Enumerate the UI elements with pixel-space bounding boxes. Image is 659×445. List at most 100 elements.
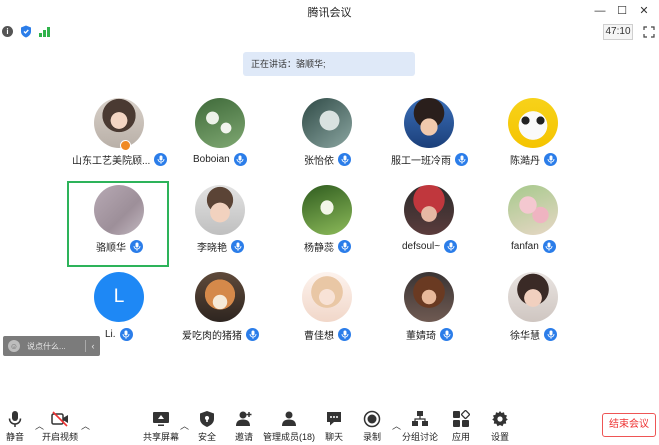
security-shield-icon [200,411,214,427]
chat-placeholder: 说点什么... [27,341,66,351]
active-speaker-banner: 正在讲话：骆顺华; [243,52,415,76]
mute-label: 静音 [5,432,24,442]
participant-name-row: Li. [105,326,133,342]
participant-avatar[interactable] [508,98,558,148]
members-icon [282,411,296,426]
mic-status-icon [542,239,556,253]
mic-status-icon [440,327,453,341]
participant-name: 董婧琦 [406,330,436,342]
mic-status-icon [338,152,351,166]
info-icon[interactable]: i [2,26,13,37]
share-screen-icon [153,412,169,426]
apps-button[interactable]: 应用 [441,410,481,443]
participant-name: 徐华慧 [510,330,540,342]
settings-button[interactable]: 设置 [480,410,520,443]
end-meeting-button[interactable]: 结束会议 [602,413,656,437]
mute-button[interactable]: 静音 [0,410,35,443]
mic-status-icon [154,152,168,166]
participant-avatar[interactable] [404,272,454,322]
apps-label: 应用 [451,432,470,442]
participant-name: 爱吃肉的猪猪 [182,330,242,342]
participant-name-row: 服工一班冷雨 [391,151,468,167]
participant-name: 陈澔丹 [510,155,540,167]
participant-name: defsoul~ [402,240,441,252]
chat-quick-input[interactable]: ☺ 说点什么... ‹ [3,336,100,356]
security-button[interactable]: 安全 [187,410,227,443]
participant-name: 服工一班冷雨 [391,155,451,167]
mic-status-icon [130,239,143,253]
participant-avatar[interactable] [404,98,454,148]
mic-status-icon [544,152,557,166]
participant-avatar[interactable] [404,185,454,235]
mic-status-icon [455,152,468,166]
participant-avatar[interactable] [302,272,352,322]
participant-name: 杨静蕊 [304,242,334,254]
close-button[interactable]: ✕ [635,3,653,18]
invite-button[interactable]: 邀请 [224,410,264,443]
chat-label: 聊天 [324,432,343,442]
participant-avatar[interactable] [195,272,245,322]
invite-label: 邀请 [234,432,253,442]
participant-name-row: defsoul~ [402,238,458,254]
video-label: 开启视频 [41,432,78,442]
participant-name: 张怡依 [304,155,334,167]
maximize-button[interactable]: ☐ [613,3,631,18]
chat-button[interactable]: 聊天 [314,410,354,443]
signal-icon[interactable] [39,27,51,37]
mic-status-icon [231,239,244,253]
settings-label: 设置 [490,432,509,442]
share-label: 共享屏幕 [142,432,179,442]
apps-grid-icon [453,410,470,427]
video-options-chevron-icon[interactable]: ︿ [81,419,90,432]
participant-name: 骆顺华 [96,242,126,254]
participant-avatar[interactable] [94,185,144,235]
participant-name: 李晓艳 [197,242,227,254]
host-badge-icon [120,140,131,151]
window-controls: — ☐ ✕ [591,3,653,18]
participant-name: 曹佳想 [304,330,334,342]
breakout-rooms-icon [412,411,428,426]
record-icon [363,410,381,428]
emoji-icon[interactable]: ☺ [8,340,20,352]
participant-name-row: 爱吃肉的猪猪 [182,326,259,342]
breakout-button[interactable]: 分组讨论 [400,410,440,443]
participant-avatar[interactable]: L [94,272,144,322]
fullscreen-icon[interactable] [643,26,655,38]
shield-icon[interactable] [20,25,32,38]
participant-avatar[interactable] [195,185,245,235]
window-title: 腾讯会议 [307,7,352,19]
video-off-icon [51,411,68,427]
manage-members-button[interactable]: 管理成员(18) [263,410,315,443]
meeting-toolbar: 静音 ︿ 开启视频 ︿ 共享屏幕 ︿ 安全 邀请 管理成员(18) 聊天 录制 … [0,405,659,445]
participant-avatar[interactable] [302,98,352,148]
participant-avatar[interactable] [302,185,352,235]
share-screen-button[interactable]: 共享屏幕 [141,410,181,443]
participant-avatar[interactable] [508,272,558,322]
participant-name-row: 山东工艺美院顾... [72,151,168,167]
record-label: 录制 [362,432,381,442]
participant-name: Li. [105,328,116,340]
record-button[interactable]: 录制 [352,410,392,443]
security-label: 安全 [197,432,216,442]
breakout-label: 分组讨论 [401,432,438,442]
status-bar: i 47:10 [0,22,659,42]
mic-status-icon [338,239,351,253]
meeting-timer: 47:10 [603,24,633,40]
participant-avatar[interactable] [195,98,245,148]
mic-status-icon [233,152,247,166]
participant-name-row: 曹佳想 [304,326,351,342]
participant-name-row: 陈澔丹 [510,151,557,167]
participant-name-row: fanfan [511,238,556,254]
start-video-button[interactable]: 开启视频 [40,410,80,443]
participant-name-row: 李晓艳 [197,238,244,254]
participant-name: 山东工艺美院顾... [72,155,151,167]
participant-avatar[interactable] [94,98,144,148]
participant-avatar[interactable] [508,185,558,235]
mic-status-icon [444,239,458,253]
mic-status-icon [544,327,557,341]
mic-status-icon [246,327,259,341]
minimize-button[interactable]: — [591,3,609,18]
members-label: 管理成员(18) [263,432,316,442]
participant-name: Boboian [193,153,230,165]
collapse-chat-icon[interactable]: ‹ [86,341,100,351]
